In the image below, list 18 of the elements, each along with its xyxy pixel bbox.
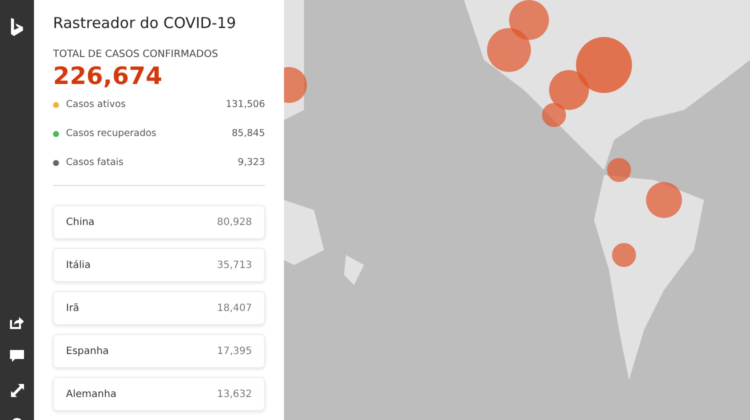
stat-value: 9,323 [238,157,265,168]
logo-icon[interactable] [10,18,24,36]
chat-icon[interactable] [10,350,24,363]
country-card[interactable]: China 80,928 [53,205,265,239]
stat-label: Casos fatais [66,157,124,168]
stat-label: Casos ativos [66,99,127,110]
stat-value: 131,506 [226,99,265,110]
panel-title: Rastreador do COVID-19 [53,14,238,32]
country-card[interactable]: Irã 18,407 [53,291,265,325]
expand-icon[interactable] [10,384,24,397]
country-card[interactable]: Alemanha 13,632 [53,377,265,411]
total-label: TOTAL DE CASOS CONFIRMADOS [53,49,220,60]
share-icon[interactable] [10,316,24,329]
country-card[interactable]: Itália 35,713 [53,248,265,282]
stat-value: 85,845 [232,128,265,139]
stat-label: Casos recuperados [66,128,158,139]
country-card[interactable]: Espanha 17,395 [53,334,265,368]
total-count: 226,674 [53,62,164,90]
